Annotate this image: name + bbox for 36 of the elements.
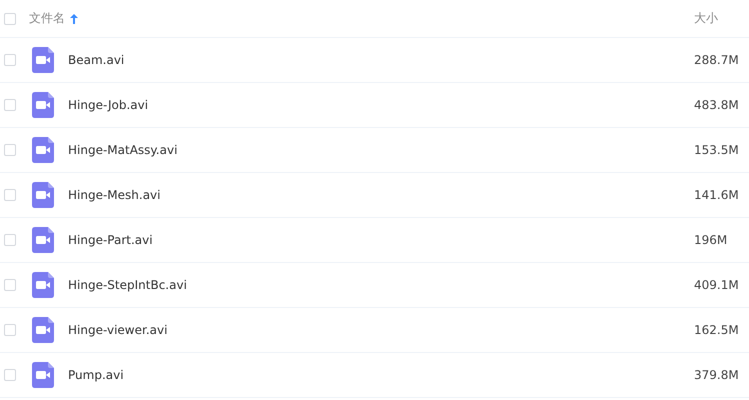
checkbox[interactable] xyxy=(4,234,16,246)
checkbox[interactable] xyxy=(4,324,16,336)
file-name[interactable]: Hinge-StepIntBc.avi xyxy=(68,278,187,292)
checkbox[interactable] xyxy=(4,279,16,291)
checkbox[interactable] xyxy=(4,189,16,201)
file-size: 483.8M xyxy=(694,98,740,112)
column-header[interactable]: 文件名 xyxy=(29,10,65,27)
video-file-icon xyxy=(32,362,54,388)
file-size: 153.5M xyxy=(694,143,740,157)
file-name[interactable]: Beam.avi xyxy=(68,53,124,67)
video-file-icon xyxy=(32,272,54,298)
checkbox[interactable] xyxy=(4,144,16,156)
video-file-icon xyxy=(32,227,54,253)
video-file-icon xyxy=(32,137,54,163)
checkbox[interactable] xyxy=(4,99,16,111)
video-file-icon xyxy=(32,92,54,118)
checkbox[interactable] xyxy=(4,54,16,66)
video-file-icon xyxy=(32,47,54,73)
up-arrow-icon[interactable] xyxy=(70,14,78,24)
video-file-icon xyxy=(32,317,54,343)
checkbox[interactable] xyxy=(4,369,16,381)
file-size: 162.5M xyxy=(694,323,740,337)
file-name[interactable]: Hinge-MatAssy.avi xyxy=(68,143,178,157)
file-size: 141.6M xyxy=(694,188,740,202)
file-size: 196M xyxy=(694,233,728,247)
file-size: 288.7M xyxy=(694,53,740,67)
file-name[interactable]: Pump.avi xyxy=(68,368,124,382)
checkbox[interactable] xyxy=(4,12,16,24)
file-size: 379.8M xyxy=(694,368,740,382)
file-size: 409.1M xyxy=(694,278,740,292)
video-file-icon xyxy=(32,182,54,208)
file-name[interactable]: Hinge-viewer.avi xyxy=(68,323,168,337)
file-name[interactable]: Hinge-Mesh.avi xyxy=(68,188,160,202)
file-name[interactable]: Hinge-Part.avi xyxy=(68,233,153,247)
column-header[interactable]: 大小 xyxy=(694,10,749,27)
file-name[interactable]: Hinge-Job.avi xyxy=(68,98,148,112)
